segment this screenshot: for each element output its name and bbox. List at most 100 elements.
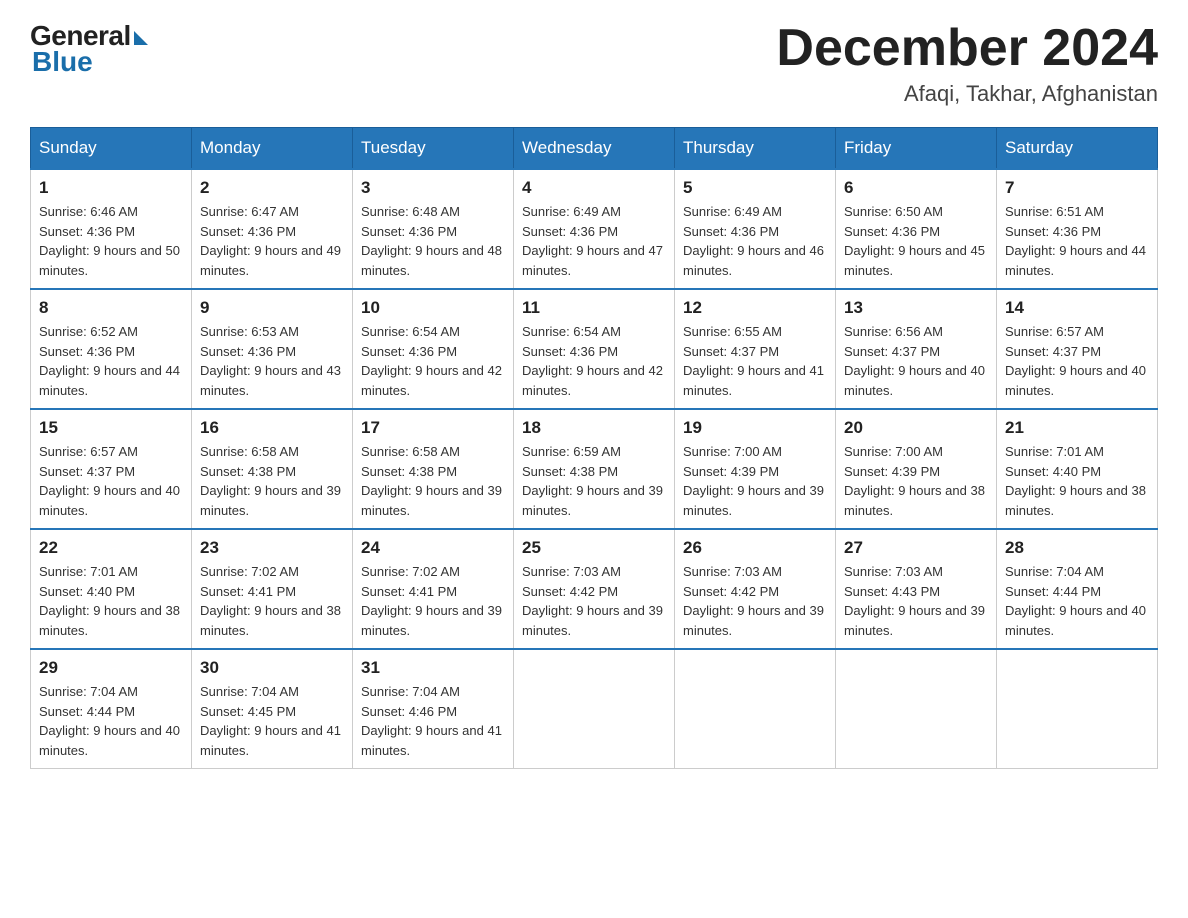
calendar-cell — [514, 649, 675, 769]
day-number: 16 — [200, 418, 344, 438]
day-number: 21 — [1005, 418, 1149, 438]
calendar-cell: 12 Sunrise: 6:55 AMSunset: 4:37 PMDaylig… — [675, 289, 836, 409]
day-number: 11 — [522, 298, 666, 318]
day-info: Sunrise: 6:55 AMSunset: 4:37 PMDaylight:… — [683, 322, 827, 400]
day-info: Sunrise: 6:56 AMSunset: 4:37 PMDaylight:… — [844, 322, 988, 400]
calendar-cell — [675, 649, 836, 769]
calendar-cell: 5 Sunrise: 6:49 AMSunset: 4:36 PMDayligh… — [675, 169, 836, 289]
calendar-cell: 3 Sunrise: 6:48 AMSunset: 4:36 PMDayligh… — [353, 169, 514, 289]
day-number: 23 — [200, 538, 344, 558]
title-section: December 2024 Afaqi, Takhar, Afghanistan — [776, 20, 1158, 107]
day-number: 20 — [844, 418, 988, 438]
calendar-cell: 30 Sunrise: 7:04 AMSunset: 4:45 PMDaylig… — [192, 649, 353, 769]
calendar-cell: 4 Sunrise: 6:49 AMSunset: 4:36 PMDayligh… — [514, 169, 675, 289]
calendar-cell: 23 Sunrise: 7:02 AMSunset: 4:41 PMDaylig… — [192, 529, 353, 649]
day-info: Sunrise: 6:48 AMSunset: 4:36 PMDaylight:… — [361, 202, 505, 280]
calendar-cell: 28 Sunrise: 7:04 AMSunset: 4:44 PMDaylig… — [997, 529, 1158, 649]
calendar-cell: 8 Sunrise: 6:52 AMSunset: 4:36 PMDayligh… — [31, 289, 192, 409]
day-info: Sunrise: 7:04 AMSunset: 4:44 PMDaylight:… — [1005, 562, 1149, 640]
calendar-cell: 9 Sunrise: 6:53 AMSunset: 4:36 PMDayligh… — [192, 289, 353, 409]
day-info: Sunrise: 6:57 AMSunset: 4:37 PMDaylight:… — [39, 442, 183, 520]
day-info: Sunrise: 7:00 AMSunset: 4:39 PMDaylight:… — [844, 442, 988, 520]
day-info: Sunrise: 6:49 AMSunset: 4:36 PMDaylight:… — [683, 202, 827, 280]
calendar-header-wednesday: Wednesday — [514, 128, 675, 170]
day-number: 31 — [361, 658, 505, 678]
month-title: December 2024 — [776, 20, 1158, 77]
day-number: 17 — [361, 418, 505, 438]
day-number: 26 — [683, 538, 827, 558]
calendar-cell: 14 Sunrise: 6:57 AMSunset: 4:37 PMDaylig… — [997, 289, 1158, 409]
day-number: 10 — [361, 298, 505, 318]
day-number: 15 — [39, 418, 183, 438]
day-info: Sunrise: 6:52 AMSunset: 4:36 PMDaylight:… — [39, 322, 183, 400]
logo-blue-text: Blue — [32, 46, 93, 78]
calendar-week-row: 22 Sunrise: 7:01 AMSunset: 4:40 PMDaylig… — [31, 529, 1158, 649]
calendar-cell: 27 Sunrise: 7:03 AMSunset: 4:43 PMDaylig… — [836, 529, 997, 649]
day-info: Sunrise: 7:02 AMSunset: 4:41 PMDaylight:… — [361, 562, 505, 640]
calendar-cell: 2 Sunrise: 6:47 AMSunset: 4:36 PMDayligh… — [192, 169, 353, 289]
day-info: Sunrise: 6:59 AMSunset: 4:38 PMDaylight:… — [522, 442, 666, 520]
day-number: 7 — [1005, 178, 1149, 198]
calendar-cell: 26 Sunrise: 7:03 AMSunset: 4:42 PMDaylig… — [675, 529, 836, 649]
calendar-cell: 13 Sunrise: 6:56 AMSunset: 4:37 PMDaylig… — [836, 289, 997, 409]
calendar-header-sunday: Sunday — [31, 128, 192, 170]
day-info: Sunrise: 6:51 AMSunset: 4:36 PMDaylight:… — [1005, 202, 1149, 280]
calendar-cell: 10 Sunrise: 6:54 AMSunset: 4:36 PMDaylig… — [353, 289, 514, 409]
calendar-cell: 15 Sunrise: 6:57 AMSunset: 4:37 PMDaylig… — [31, 409, 192, 529]
day-number: 5 — [683, 178, 827, 198]
calendar-cell: 6 Sunrise: 6:50 AMSunset: 4:36 PMDayligh… — [836, 169, 997, 289]
day-number: 18 — [522, 418, 666, 438]
day-number: 13 — [844, 298, 988, 318]
day-number: 24 — [361, 538, 505, 558]
day-info: Sunrise: 7:03 AMSunset: 4:43 PMDaylight:… — [844, 562, 988, 640]
day-number: 8 — [39, 298, 183, 318]
day-info: Sunrise: 7:04 AMSunset: 4:45 PMDaylight:… — [200, 682, 344, 760]
day-info: Sunrise: 6:49 AMSunset: 4:36 PMDaylight:… — [522, 202, 666, 280]
calendar-week-row: 8 Sunrise: 6:52 AMSunset: 4:36 PMDayligh… — [31, 289, 1158, 409]
day-number: 27 — [844, 538, 988, 558]
calendar-cell: 1 Sunrise: 6:46 AMSunset: 4:36 PMDayligh… — [31, 169, 192, 289]
day-number: 4 — [522, 178, 666, 198]
day-number: 9 — [200, 298, 344, 318]
day-info: Sunrise: 7:01 AMSunset: 4:40 PMDaylight:… — [39, 562, 183, 640]
day-number: 25 — [522, 538, 666, 558]
day-number: 19 — [683, 418, 827, 438]
calendar-cell: 18 Sunrise: 6:59 AMSunset: 4:38 PMDaylig… — [514, 409, 675, 529]
day-info: Sunrise: 6:54 AMSunset: 4:36 PMDaylight:… — [522, 322, 666, 400]
calendar-cell — [997, 649, 1158, 769]
calendar-cell: 7 Sunrise: 6:51 AMSunset: 4:36 PMDayligh… — [997, 169, 1158, 289]
calendar-header-row: SundayMondayTuesdayWednesdayThursdayFrid… — [31, 128, 1158, 170]
day-info: Sunrise: 6:58 AMSunset: 4:38 PMDaylight:… — [200, 442, 344, 520]
day-number: 29 — [39, 658, 183, 678]
calendar-cell: 20 Sunrise: 7:00 AMSunset: 4:39 PMDaylig… — [836, 409, 997, 529]
day-info: Sunrise: 7:02 AMSunset: 4:41 PMDaylight:… — [200, 562, 344, 640]
calendar-week-row: 15 Sunrise: 6:57 AMSunset: 4:37 PMDaylig… — [31, 409, 1158, 529]
day-info: Sunrise: 7:00 AMSunset: 4:39 PMDaylight:… — [683, 442, 827, 520]
calendar-header-thursday: Thursday — [675, 128, 836, 170]
day-info: Sunrise: 7:03 AMSunset: 4:42 PMDaylight:… — [522, 562, 666, 640]
calendar-cell: 19 Sunrise: 7:00 AMSunset: 4:39 PMDaylig… — [675, 409, 836, 529]
day-info: Sunrise: 6:50 AMSunset: 4:36 PMDaylight:… — [844, 202, 988, 280]
day-info: Sunrise: 6:46 AMSunset: 4:36 PMDaylight:… — [39, 202, 183, 280]
calendar-cell: 31 Sunrise: 7:04 AMSunset: 4:46 PMDaylig… — [353, 649, 514, 769]
day-number: 12 — [683, 298, 827, 318]
calendar-header-friday: Friday — [836, 128, 997, 170]
day-info: Sunrise: 6:57 AMSunset: 4:37 PMDaylight:… — [1005, 322, 1149, 400]
day-info: Sunrise: 7:04 AMSunset: 4:44 PMDaylight:… — [39, 682, 183, 760]
calendar-header-saturday: Saturday — [997, 128, 1158, 170]
day-number: 2 — [200, 178, 344, 198]
calendar-cell: 17 Sunrise: 6:58 AMSunset: 4:38 PMDaylig… — [353, 409, 514, 529]
calendar-week-row: 29 Sunrise: 7:04 AMSunset: 4:44 PMDaylig… — [31, 649, 1158, 769]
logo: General Blue — [30, 20, 148, 78]
location: Afaqi, Takhar, Afghanistan — [776, 81, 1158, 107]
calendar-header-tuesday: Tuesday — [353, 128, 514, 170]
logo-triangle-icon — [134, 31, 148, 45]
calendar-cell: 24 Sunrise: 7:02 AMSunset: 4:41 PMDaylig… — [353, 529, 514, 649]
day-number: 30 — [200, 658, 344, 678]
day-info: Sunrise: 7:04 AMSunset: 4:46 PMDaylight:… — [361, 682, 505, 760]
day-info: Sunrise: 6:54 AMSunset: 4:36 PMDaylight:… — [361, 322, 505, 400]
calendar-cell: 11 Sunrise: 6:54 AMSunset: 4:36 PMDaylig… — [514, 289, 675, 409]
day-info: Sunrise: 6:47 AMSunset: 4:36 PMDaylight:… — [200, 202, 344, 280]
day-number: 14 — [1005, 298, 1149, 318]
calendar-header-monday: Monday — [192, 128, 353, 170]
